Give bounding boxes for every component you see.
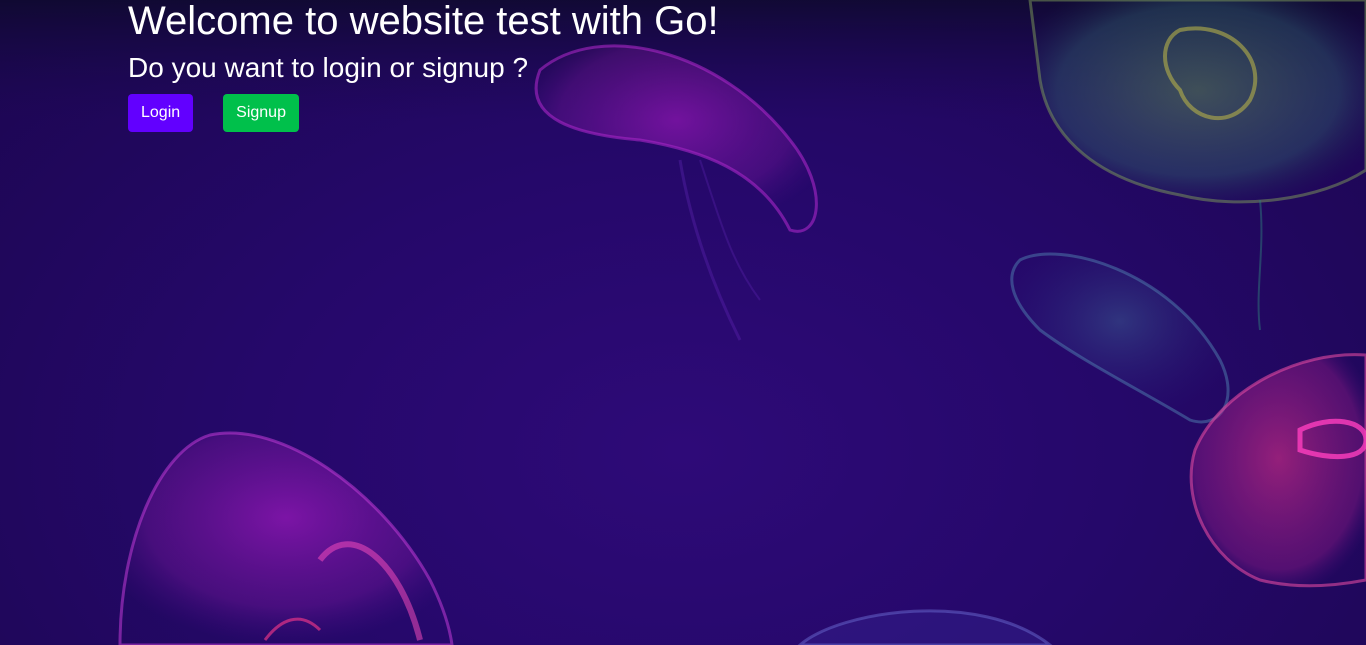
signup-button[interactable]: Signup [223, 94, 299, 132]
auth-actions: Login Signup [128, 94, 299, 132]
jellyfish-bottom-center [797, 609, 1053, 645]
hero-section: Welcome to website test with Go! Do you … [128, 0, 828, 132]
page-title: Welcome to website test with Go! [128, 0, 719, 43]
page-subtitle: Do you want to login or signup ? [128, 52, 529, 83]
login-button[interactable]: Login [128, 94, 194, 132]
jellyfish-pink-bottom-left [118, 431, 454, 645]
